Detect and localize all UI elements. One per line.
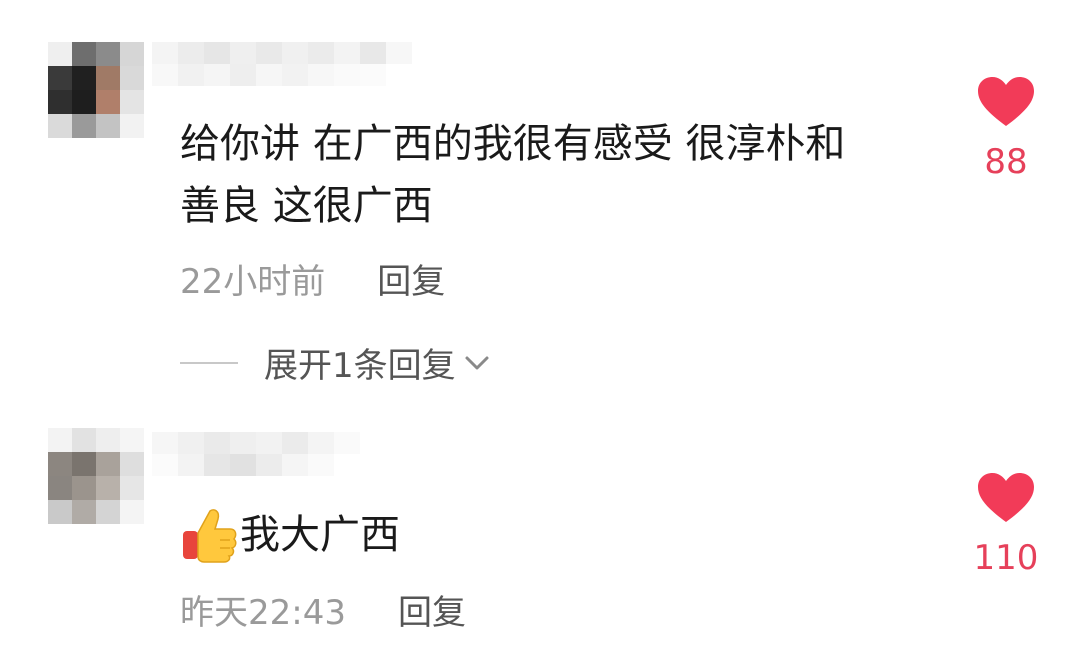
comment-time: 22小时前 [180, 262, 326, 302]
like-count: 88 [984, 142, 1028, 182]
divider-line [180, 361, 238, 364]
comment-meta: 昨天22:43 回复 [180, 585, 466, 634]
comment-item: 给你讲 在广西的我很有感受 很淳朴和 善良 这很广西 22小时前 回复 展开1条… [0, 0, 1080, 410]
chevron-down-icon [465, 356, 489, 369]
heart-icon [978, 77, 1034, 126]
comment-item: 我大广西 昨天22:43 回复 110 [0, 410, 1080, 660]
heart-icon [978, 473, 1034, 522]
comment-text: 我大广西 [180, 504, 940, 566]
expand-replies-button[interactable]: 展开1条回复 [180, 338, 490, 387]
reply-button[interactable]: 回复 [377, 254, 445, 303]
username-pixelated[interactable] [152, 42, 412, 86]
comment-text-line: 我大广西 [240, 512, 400, 558]
comment-text: 给你讲 在广西的我很有感受 很淳朴和 善良 这很广西 [180, 113, 940, 237]
comment-time: 昨天22:43 [180, 593, 346, 633]
like-button[interactable]: 110 [966, 472, 1046, 578]
like-count: 110 [973, 538, 1039, 578]
comment-meta: 22小时前 回复 [180, 254, 445, 303]
username-pixelated[interactable] [152, 432, 412, 476]
like-button[interactable]: 88 [966, 76, 1046, 182]
thumbs-up-icon [183, 509, 237, 563]
comment-text-line: 给你讲 在广西的我很有感受 很淳朴和 [180, 121, 846, 167]
expand-replies-label: 展开1条回复 [264, 346, 456, 386]
avatar[interactable] [48, 428, 144, 524]
avatar[interactable] [48, 42, 144, 138]
reply-button[interactable]: 回复 [398, 585, 466, 634]
comment-text-line: 善良 这很广西 [180, 183, 433, 229]
